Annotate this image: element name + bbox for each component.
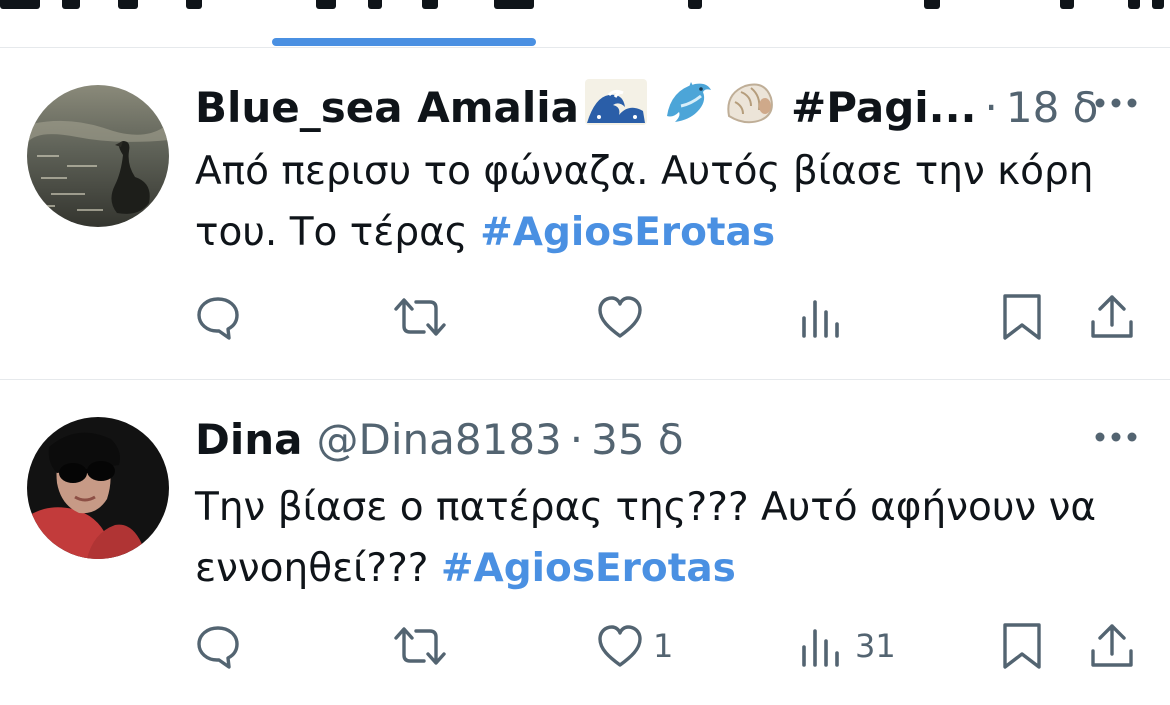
- tab-fragment: [62, 0, 80, 9]
- more-options-icon[interactable]: [1094, 97, 1138, 109]
- reply-button[interactable]: [193, 289, 243, 345]
- tab-fragment: [0, 0, 40, 9]
- share-button[interactable]: [1087, 289, 1137, 345]
- swan-on-lake-avatar: [27, 85, 169, 227]
- separator: ·: [984, 82, 998, 132]
- tab-fragment: [924, 0, 940, 9]
- tab-fragment: [1128, 0, 1140, 9]
- views-icon: [802, 300, 839, 338]
- heart-icon: [598, 296, 642, 338]
- tab-fragment: [422, 0, 438, 9]
- timestamp[interactable]: 18 δ: [1006, 83, 1099, 132]
- tweet[interactable]: Dina @Dina8183 · 35 δ Την βίασε ο πατέρα…: [0, 381, 1170, 705]
- views-button[interactable]: [797, 289, 855, 345]
- display-name[interactable]: Dina: [195, 415, 303, 464]
- tweet-header: Blue_sea Amalia #Pagi... · 18 δ: [195, 76, 1098, 138]
- share-button[interactable]: [1087, 618, 1137, 674]
- tab-fragment: [1152, 0, 1164, 9]
- tab-bar: [0, 0, 1170, 48]
- person-sunglasses-avatar: [27, 417, 169, 559]
- tab-fragment: [688, 0, 702, 9]
- user-handle[interactable]: @Dina8183: [317, 415, 562, 464]
- tweet-header: Dina @Dina8183 · 35 δ: [195, 411, 1095, 467]
- reply-icon: [197, 626, 239, 669]
- tab-fragment: [316, 0, 336, 9]
- like-button[interactable]: [595, 289, 653, 345]
- shell-icon: [721, 76, 777, 138]
- tab-fragment: [118, 0, 138, 9]
- tab-fragment: [1060, 0, 1074, 9]
- action-bar: [0, 289, 1170, 345]
- retweet-button[interactable]: [392, 618, 448, 674]
- like-count: 1: [653, 627, 674, 665]
- views-button[interactable]: 31: [797, 618, 896, 674]
- name-suffix[interactable]: #Pagi...: [791, 83, 977, 132]
- bookmark-icon: [1003, 294, 1041, 340]
- bookmark-button[interactable]: [997, 618, 1047, 674]
- hashtag-link[interactable]: #AgiosErotas: [441, 546, 736, 591]
- timestamp[interactable]: 35 δ: [591, 415, 684, 464]
- avatar[interactable]: [27, 85, 169, 227]
- share-icon: [1091, 624, 1133, 667]
- more-options-icon[interactable]: [1094, 431, 1138, 443]
- views-count: 31: [855, 627, 896, 665]
- bookmark-button[interactable]: [997, 289, 1047, 345]
- action-bar: 1 31: [0, 618, 1170, 674]
- heart-icon: [598, 625, 642, 667]
- bookmark-icon: [1003, 623, 1041, 669]
- display-name[interactable]: Blue_sea Amalia: [195, 83, 579, 132]
- share-icon: [1091, 295, 1133, 338]
- retweet-icon: [394, 627, 446, 665]
- tab-fragment: [494, 0, 534, 9]
- like-button[interactable]: 1: [595, 618, 673, 674]
- wave-icon: [585, 77, 647, 137]
- reply-button[interactable]: [193, 618, 243, 674]
- retweet-button[interactable]: [392, 289, 448, 345]
- hashtag-link[interactable]: #AgiosErotas: [480, 210, 775, 255]
- tab-fragment: [368, 0, 382, 9]
- reply-icon: [197, 297, 239, 340]
- tab-fragment: [186, 0, 202, 9]
- tweet[interactable]: Blue_sea Amalia #Pagi... · 18 δ Από περι…: [0, 49, 1170, 380]
- active-tab-indicator: [272, 38, 536, 46]
- avatar[interactable]: [27, 417, 169, 559]
- views-icon: [802, 629, 839, 667]
- tweet-text: Από περισυ το φώναζα. Αυτός βίασε την κό…: [195, 141, 1135, 263]
- retweet-icon: [394, 298, 446, 336]
- separator: ·: [569, 414, 584, 464]
- dolphin-icon: [661, 76, 713, 138]
- tweet-text: Την βίασε ο πατέρας της??? Αυτό αφήνουν …: [195, 477, 1135, 599]
